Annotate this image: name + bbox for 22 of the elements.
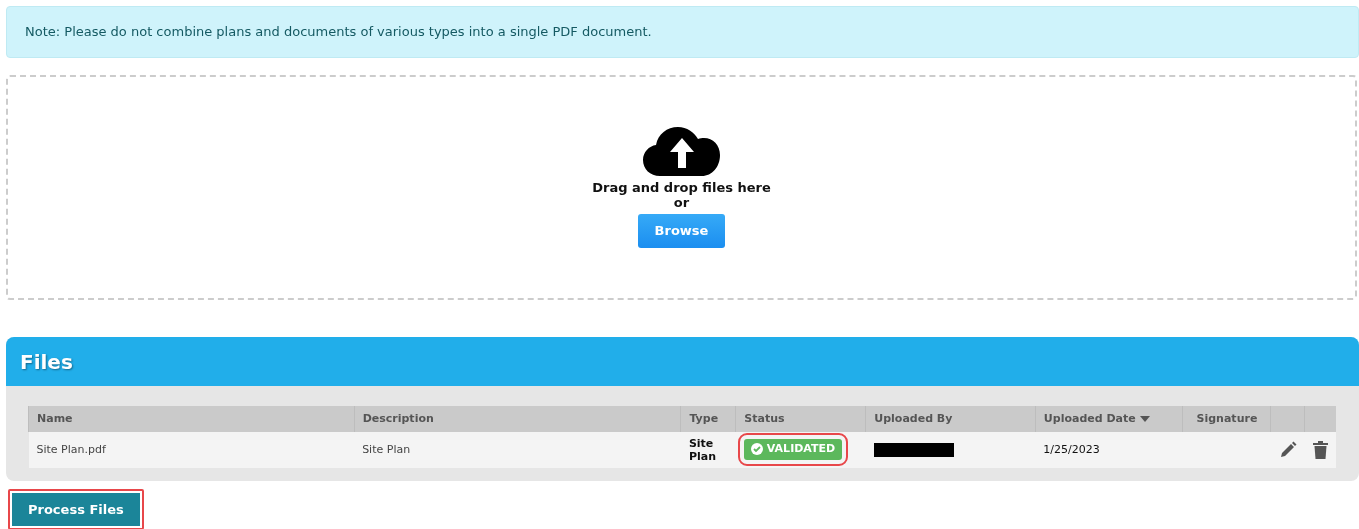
column-header[interactable]: Description	[354, 405, 681, 432]
note-alert: Note: Please do not combine plans and documents of various types into a single PDF document.	[6, 6, 1359, 58]
cloud-upload-icon	[641, 126, 722, 177]
column-header[interactable]: Status	[735, 405, 866, 432]
browse-button[interactable]: Browse	[637, 214, 726, 248]
table-cell: Site Plan	[680, 432, 736, 468]
table-cell: Site Plan	[354, 432, 681, 468]
trash-icon[interactable]	[1312, 441, 1328, 459]
table-cell: 1/25/2023	[1035, 432, 1183, 468]
table-cell: Site Plan.pdf	[28, 432, 355, 468]
or-text: or	[673, 195, 690, 211]
panel-title: Files	[6, 336, 1359, 386]
sort-down-icon	[1139, 415, 1150, 422]
drop-prompt: Drag and drop files here	[592, 180, 771, 196]
column-header[interactable]: Uploaded By	[865, 405, 1036, 432]
column-header[interactable]: Uploaded Date	[1035, 405, 1183, 432]
column-header[interactable]: Name	[28, 405, 355, 432]
column-header[interactable]: Type	[680, 405, 736, 432]
column-header[interactable]: Signature	[1183, 405, 1271, 432]
process-files-button[interactable]: Process Files	[8, 488, 144, 529]
drop-zone[interactable]: Drag and drop files here or Browse	[6, 74, 1357, 300]
pencil-icon[interactable]	[1278, 441, 1297, 459]
